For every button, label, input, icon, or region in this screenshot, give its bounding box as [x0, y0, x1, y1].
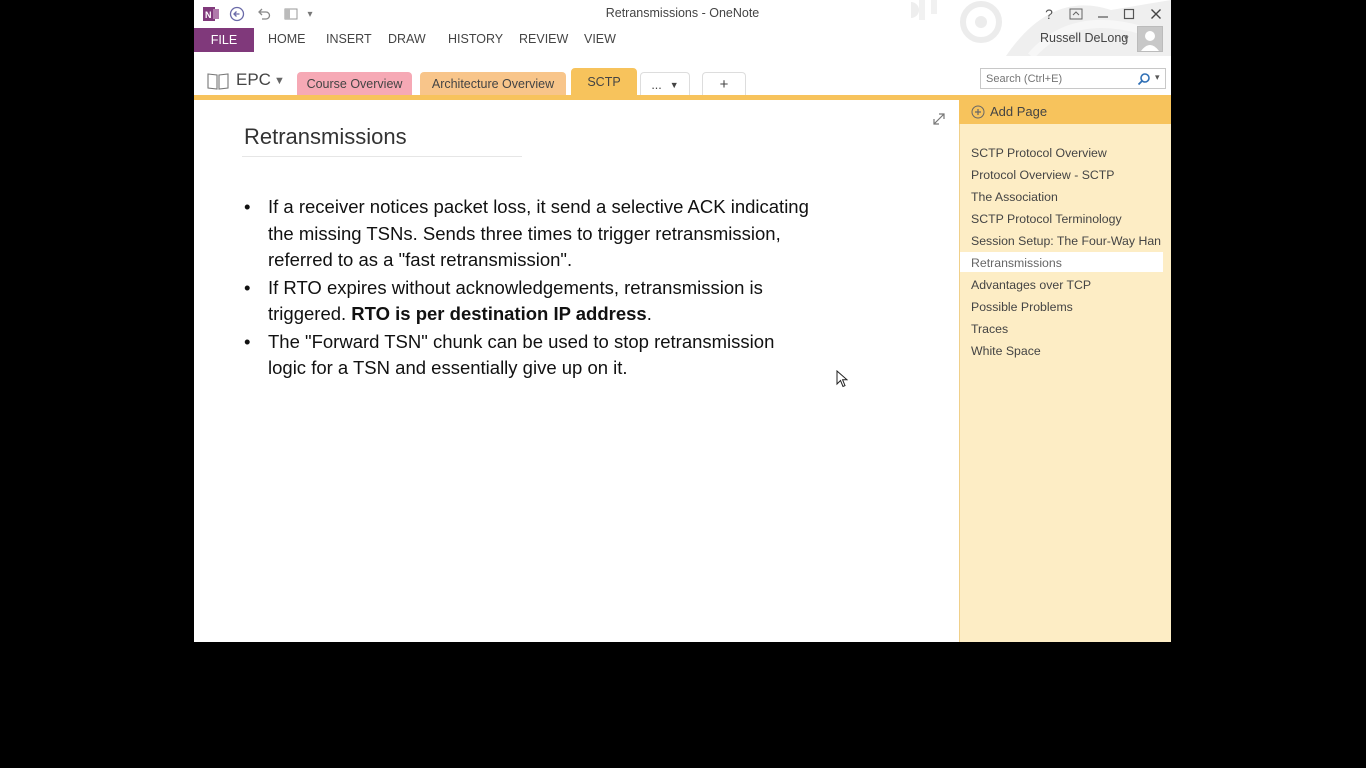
- section-more-chevron-icon: ▼: [669, 79, 679, 90]
- mouse-cursor-icon: [836, 370, 848, 388]
- section-tab-architecture-overview[interactable]: Architecture Overview: [420, 72, 566, 96]
- ribbon-display-options-button[interactable]: [1063, 4, 1089, 24]
- help-button[interactable]: ?: [1036, 4, 1062, 24]
- bullet-bold-text: RTO is per destination IP address: [351, 303, 647, 324]
- close-button[interactable]: [1143, 4, 1169, 24]
- page-item-active[interactable]: Retransmissions: [971, 256, 1062, 270]
- page-item[interactable]: White Space: [971, 344, 1041, 358]
- search-icon[interactable]: [1137, 72, 1151, 86]
- minimize-button[interactable]: [1090, 4, 1116, 24]
- page-item[interactable]: The Association: [971, 190, 1058, 204]
- notebook-name[interactable]: EPC: [236, 70, 271, 90]
- list-item[interactable]: If RTO expires without acknowledgements,…: [244, 275, 814, 328]
- add-page-label: Add Page: [990, 104, 1048, 119]
- maximize-icon: [1123, 8, 1135, 20]
- close-icon: [1151, 9, 1161, 19]
- page-item[interactable]: Session Setup: The Four-Way Han: [971, 234, 1161, 248]
- page-item[interactable]: Protocol Overview - SCTP: [971, 168, 1115, 182]
- tab-draw[interactable]: DRAW: [388, 32, 426, 46]
- window-title: Retransmissions - OneNote: [605, 6, 760, 20]
- title-underline: [242, 156, 522, 157]
- user-name[interactable]: Russell DeLong: [1040, 31, 1128, 45]
- full-page-view-button[interactable]: [932, 112, 946, 131]
- maximize-button[interactable]: [1116, 4, 1142, 24]
- tab-view[interactable]: VIEW: [584, 32, 616, 46]
- add-page-icon: [971, 105, 985, 119]
- page-item[interactable]: Traces: [971, 322, 1008, 336]
- bullet-text-tail: .: [646, 303, 652, 324]
- bullet-text: If a receiver notices packet loss, it se…: [268, 196, 809, 270]
- page-item[interactable]: SCTP Protocol Overview: [971, 146, 1107, 160]
- ribbon-display-icon: [1069, 8, 1083, 20]
- search-scope-chevron-icon[interactable]: ▾: [1155, 72, 1160, 83]
- onenote-window: N ▾ Retransmissions - OneNote ? FILE HOM…: [194, 0, 1171, 642]
- new-section-button[interactable]: +: [702, 72, 746, 96]
- section-tab-more[interactable]: ... ▼: [640, 72, 690, 96]
- notebook-dropdown-chevron-icon[interactable]: ▼: [274, 75, 285, 87]
- tab-review[interactable]: REVIEW: [519, 32, 568, 46]
- page-title[interactable]: Retransmissions: [244, 124, 407, 150]
- section-tab-course-overview[interactable]: Course Overview: [297, 72, 412, 96]
- tab-home[interactable]: HOME: [268, 32, 306, 46]
- tab-history[interactable]: HISTORY: [448, 32, 503, 46]
- page-item[interactable]: Advantages over TCP: [971, 278, 1091, 292]
- section-more-label: ...: [651, 77, 662, 92]
- add-page-button[interactable]: Add Page: [959, 100, 1171, 124]
- page-item[interactable]: Possible Problems: [971, 300, 1073, 314]
- list-item[interactable]: The "Forward TSN" chunk can be used to s…: [244, 329, 814, 382]
- search-field[interactable]: ▾: [980, 68, 1166, 89]
- section-tab-sctp[interactable]: SCTP: [571, 68, 637, 96]
- list-item[interactable]: If a receiver notices packet loss, it se…: [244, 194, 814, 274]
- page-item[interactable]: SCTP Protocol Terminology: [971, 212, 1122, 226]
- user-menu-chevron-icon[interactable]: ▾: [1124, 33, 1129, 44]
- note-bullet-list[interactable]: If a receiver notices packet loss, it se…: [244, 194, 814, 383]
- minimize-icon: [1098, 16, 1108, 18]
- bullet-text: The "Forward TSN" chunk can be used to s…: [268, 330, 775, 379]
- avatar[interactable]: [1137, 26, 1163, 52]
- tab-insert[interactable]: INSERT: [326, 32, 372, 46]
- expand-icon: [933, 113, 945, 125]
- tab-file[interactable]: FILE: [194, 28, 254, 52]
- notebook-icon[interactable]: [206, 71, 230, 96]
- search-input[interactable]: [984, 71, 1128, 87]
